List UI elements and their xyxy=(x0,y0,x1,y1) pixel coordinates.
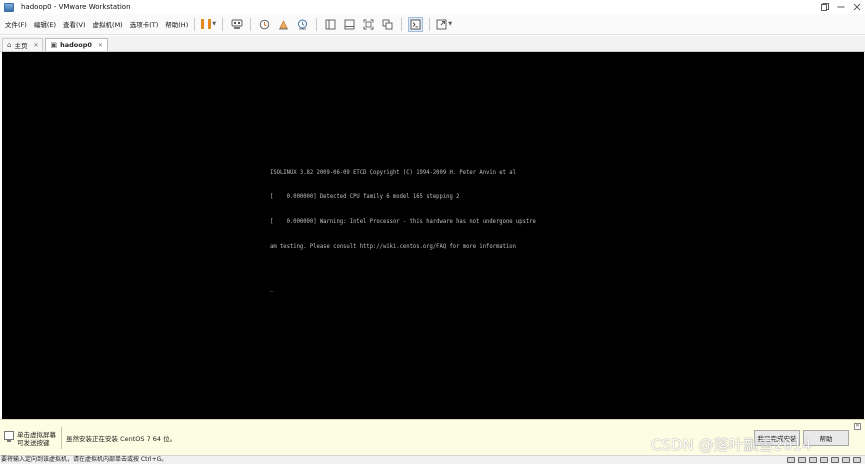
toolbar-separator xyxy=(316,17,318,31)
stretch-guest-icon xyxy=(436,19,447,29)
snapshot-manager-button[interactable] xyxy=(295,17,310,32)
chevron-down-icon[interactable]: ▼ xyxy=(448,21,452,27)
fullscreen-button[interactable] xyxy=(361,17,376,32)
window-title: hadoop0 - VMware Workstation xyxy=(21,3,131,11)
boot-output: ISOLINUX 3.82 2009-06-09 ETCD Copyright … xyxy=(270,152,536,310)
library-view-button[interactable] xyxy=(323,17,338,32)
close-icon xyxy=(853,3,861,11)
window-controls xyxy=(817,0,865,14)
chevron-down-icon[interactable]: ▼ xyxy=(212,21,216,27)
send-ctrl-alt-del-button[interactable] xyxy=(229,17,244,32)
menu-view[interactable]: 查看(V) xyxy=(63,19,86,29)
printer-icon[interactable] xyxy=(842,457,850,463)
console-view-icon xyxy=(410,19,421,29)
toolbar-separator xyxy=(401,17,403,31)
snapshot-icon xyxy=(259,19,270,29)
usb-icon[interactable] xyxy=(820,457,828,463)
tab-label: hadoop0 xyxy=(60,41,92,49)
tab-home[interactable]: ⌂ 主页 ✕ xyxy=(2,38,44,51)
console-line: ISOLINUX 3.82 2009-06-09 ETCD Copyright … xyxy=(270,168,516,176)
tab-hadoop0[interactable]: ▣ hadoop0 ✕ xyxy=(45,38,108,51)
monitor-icon xyxy=(4,431,14,442)
revert-snapshot-button[interactable] xyxy=(276,17,291,32)
take-snapshot-button[interactable] xyxy=(257,17,272,32)
vmware-icon xyxy=(4,2,14,12)
vm-icon: ▣ xyxy=(50,41,58,49)
title-bar: hadoop0 - VMware Workstation xyxy=(0,0,865,14)
sound-card-icon[interactable] xyxy=(831,457,839,463)
tab-label: 主页 xyxy=(14,42,28,50)
console-line: [ 0.000000] Warning: Intel Processor - t… xyxy=(270,218,536,226)
library-view-icon xyxy=(325,19,336,29)
menu-help[interactable]: 帮助(H) xyxy=(165,19,188,29)
close-icon[interactable]: ✕ xyxy=(33,42,38,49)
home-icon: ⌂ xyxy=(7,41,12,49)
thumbnail-view-icon xyxy=(344,19,355,29)
thumbnail-view-button[interactable] xyxy=(342,17,357,32)
console-cursor: _ xyxy=(270,284,274,292)
snapshot-manager-icon xyxy=(298,19,308,29)
stretch-guest-button[interactable]: ▼ xyxy=(436,17,452,32)
restore-icon xyxy=(821,3,829,11)
status-bar: 要将输入定向到该虚拟机，请在虚拟机内部单击或按 Ctrl+G。 xyxy=(0,455,865,464)
toolbar-separator xyxy=(429,17,431,31)
pause-icon xyxy=(201,19,212,29)
cd-dvd-icon[interactable] xyxy=(798,457,806,463)
menu-edit[interactable]: 编辑(E) xyxy=(34,19,56,29)
hard-disk-icon[interactable] xyxy=(787,457,795,463)
csdn-watermark: CSDN @落叶飘雪2014 xyxy=(651,436,812,454)
vm-console-screen[interactable]: ISOLINUX 3.82 2009-06-09 ETCD Copyright … xyxy=(2,52,864,419)
console-line: [ 0.000000] Detected CPU family 6 model … xyxy=(270,193,460,201)
install-message: 虽然安装正在安装 CentOS 7 64 位。 xyxy=(66,435,177,443)
send-ctrl-alt-del-icon xyxy=(231,19,243,29)
power-pause-button[interactable]: ▼ xyxy=(201,17,216,32)
revert-snapshot-icon xyxy=(279,19,289,29)
menu-toolbar: 文件(F) 编辑(E) 查看(V) 虚拟机(M) 选项卡(T) 帮助(H) ▼ xyxy=(0,14,865,35)
menu-tabs[interactable]: 选项卡(T) xyxy=(130,19,159,29)
tab-bar: ⌂ 主页 ✕ ▣ hadoop0 ✕ xyxy=(0,36,865,52)
status-message: 要将输入定向到该虚拟机，请在虚拟机内部单击或按 Ctrl+G。 xyxy=(1,456,168,463)
toolbar-separator xyxy=(250,17,252,31)
network-adapter-icon[interactable] xyxy=(809,457,817,463)
restore-button[interactable] xyxy=(817,0,833,14)
display-icon[interactable] xyxy=(853,457,861,463)
fullscreen-icon xyxy=(363,19,374,29)
console-line: am testing. Please consult http://wiki.c… xyxy=(270,243,516,251)
menu-file[interactable]: 文件(F) xyxy=(5,19,27,29)
close-icon[interactable]: ✕ xyxy=(98,42,103,49)
toolbar-separator xyxy=(222,17,224,31)
device-status-icons xyxy=(784,457,861,463)
close-button[interactable] xyxy=(849,0,865,14)
notification-divider xyxy=(61,427,62,449)
minimize-button[interactable] xyxy=(833,0,849,14)
console-view-button[interactable] xyxy=(408,16,424,32)
close-icon[interactable]: ✕ xyxy=(854,423,861,430)
menu-vm[interactable]: 虚拟机(M) xyxy=(93,19,123,29)
toolbar-separator xyxy=(194,17,196,31)
unity-button[interactable] xyxy=(380,17,395,32)
minimize-icon xyxy=(837,6,845,8)
click-hint-line2: 可发送按键 xyxy=(17,439,50,447)
unity-icon xyxy=(382,19,393,29)
